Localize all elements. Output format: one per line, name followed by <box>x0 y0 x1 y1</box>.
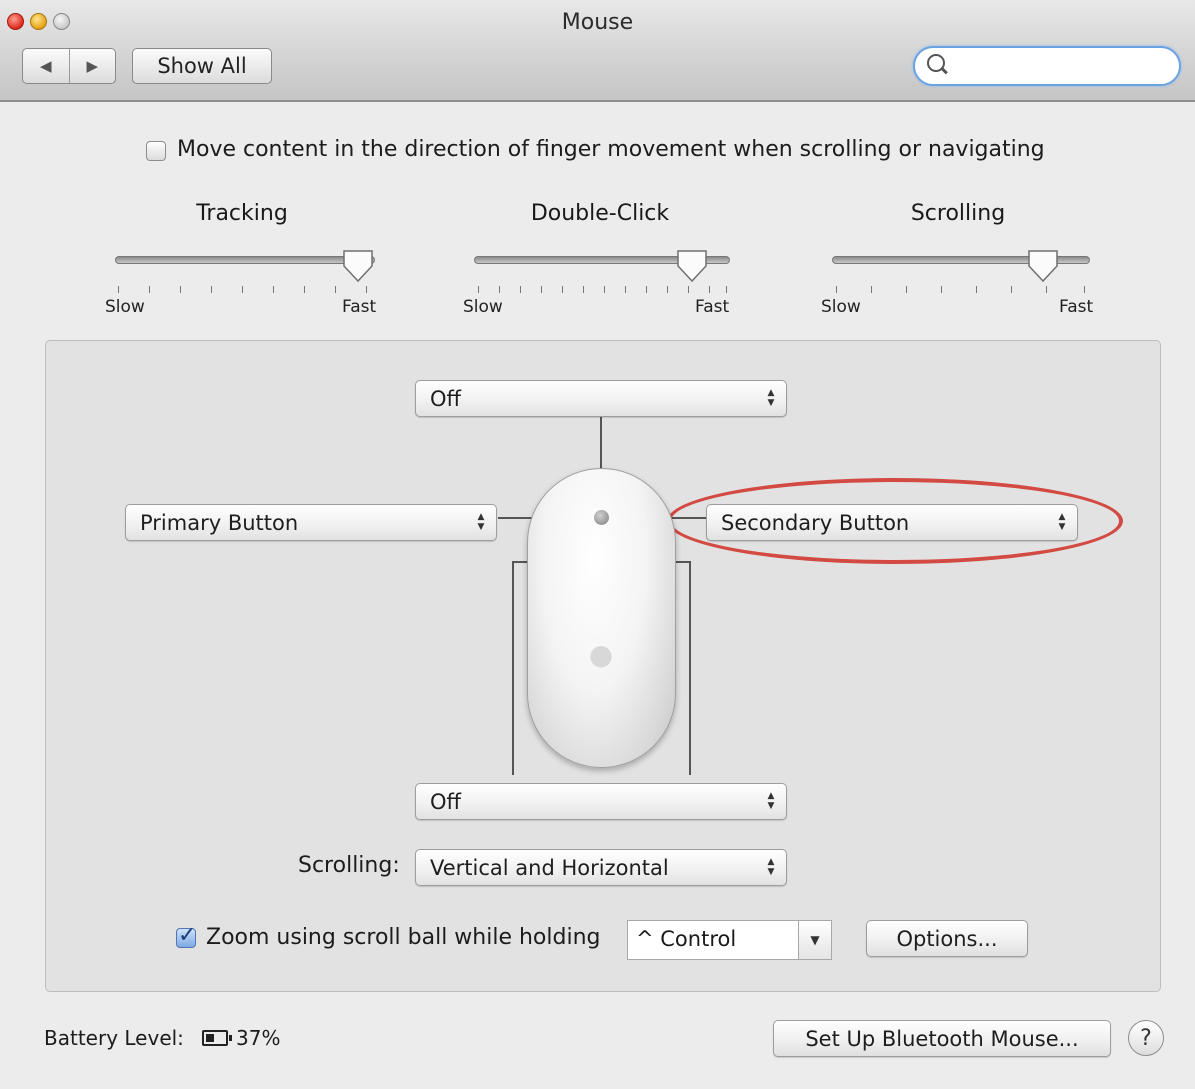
checkmark-icon: ✓ <box>178 923 197 948</box>
double-click-slider-ticks <box>478 286 728 294</box>
window-title: Mouse <box>561 10 634 35</box>
scroll-ball-icon <box>594 510 609 525</box>
tracking-slider-title: Tracking <box>196 201 288 226</box>
scrolling-fast-label: Fast <box>1059 297 1094 317</box>
forward-arrow-icon[interactable]: ▶ <box>68 49 116 83</box>
zoom-label: Zoom using scroll ball while holding <box>206 925 601 950</box>
scroll-direction-checkbox[interactable] <box>146 141 166 161</box>
top-action-value: Off <box>430 386 461 411</box>
popup-arrows-icon: ▲ ▼ <box>767 791 775 811</box>
left-button-popup[interactable]: Primary Button ▲ ▼ <box>125 504 497 541</box>
popup-arrows-icon: ▲ ▼ <box>767 857 775 877</box>
zoom-checkbox[interactable]: ✓ <box>176 923 197 948</box>
tracking-slider-ticks <box>118 286 368 294</box>
top-action-popup[interactable]: Off ▲ ▼ <box>415 380 787 417</box>
scrolling-slider-ticks <box>836 286 1086 294</box>
apple-logo-icon: ● <box>588 638 614 671</box>
help-button[interactable]: ? <box>1128 1020 1164 1056</box>
show-all-button[interactable]: Show All <box>132 48 272 84</box>
search-icon-handle <box>940 66 948 75</box>
double-click-slider-knob[interactable] <box>676 249 708 283</box>
scrolling-mode-value: Vertical and Horizontal <box>430 855 669 880</box>
connector-line-bottom-left <box>512 561 514 775</box>
double-click-slider-title: Double-Click <box>530 201 670 226</box>
zoom-modifier-combobox[interactable]: ^ Control ▼ <box>627 920 832 960</box>
back-arrow-icon[interactable]: ◀ <box>23 49 69 83</box>
zoom-modifier-value: ^ Control <box>636 927 737 951</box>
scroll-direction-label: Move content in the direction of finger … <box>177 137 1045 162</box>
popup-arrows-icon: ▲ ▼ <box>767 388 775 408</box>
options-button[interactable]: Options... <box>866 920 1028 957</box>
battery-icon-tip <box>229 1035 232 1041</box>
side-buttons-popup[interactable]: Off ▲ ▼ <box>415 783 787 820</box>
tracking-fast-label: Fast <box>342 297 377 317</box>
tracking-slow-label: Slow <box>105 297 145 317</box>
popup-arrows-icon: ▲ ▼ <box>477 512 485 532</box>
left-button-value: Primary Button <box>140 510 299 535</box>
scrolling-slow-label: Slow <box>821 297 861 317</box>
highlight-ellipse <box>667 478 1123 564</box>
double-click-fast-label: Fast <box>695 297 730 317</box>
search-field[interactable] <box>913 46 1181 86</box>
battery-level-label: Battery Level: <box>44 1026 184 1050</box>
battery-percent: 37% <box>236 1026 281 1050</box>
chevron-down-icon[interactable]: ▼ <box>798 921 831 959</box>
scrolling-mode-popup[interactable]: Vertical and Horizontal ▲ ▼ <box>415 849 787 886</box>
tracking-slider-track[interactable] <box>115 256 375 264</box>
scrolling-slider-knob[interactable] <box>1027 249 1059 283</box>
setup-bluetooth-mouse-button[interactable]: Set Up Bluetooth Mouse... <box>773 1020 1111 1057</box>
battery-icon <box>202 1030 228 1046</box>
connector-line-bottom-right <box>689 561 691 775</box>
scrolling-mode-label: Scrolling: <box>298 853 400 878</box>
back-forward-control: ◀ ▶ <box>22 48 116 84</box>
side-buttons-value: Off <box>430 789 461 814</box>
tracking-slider-knob[interactable] <box>342 249 374 283</box>
scrolling-slider-title: Scrolling <box>910 201 1006 226</box>
double-click-slow-label: Slow <box>463 297 503 317</box>
